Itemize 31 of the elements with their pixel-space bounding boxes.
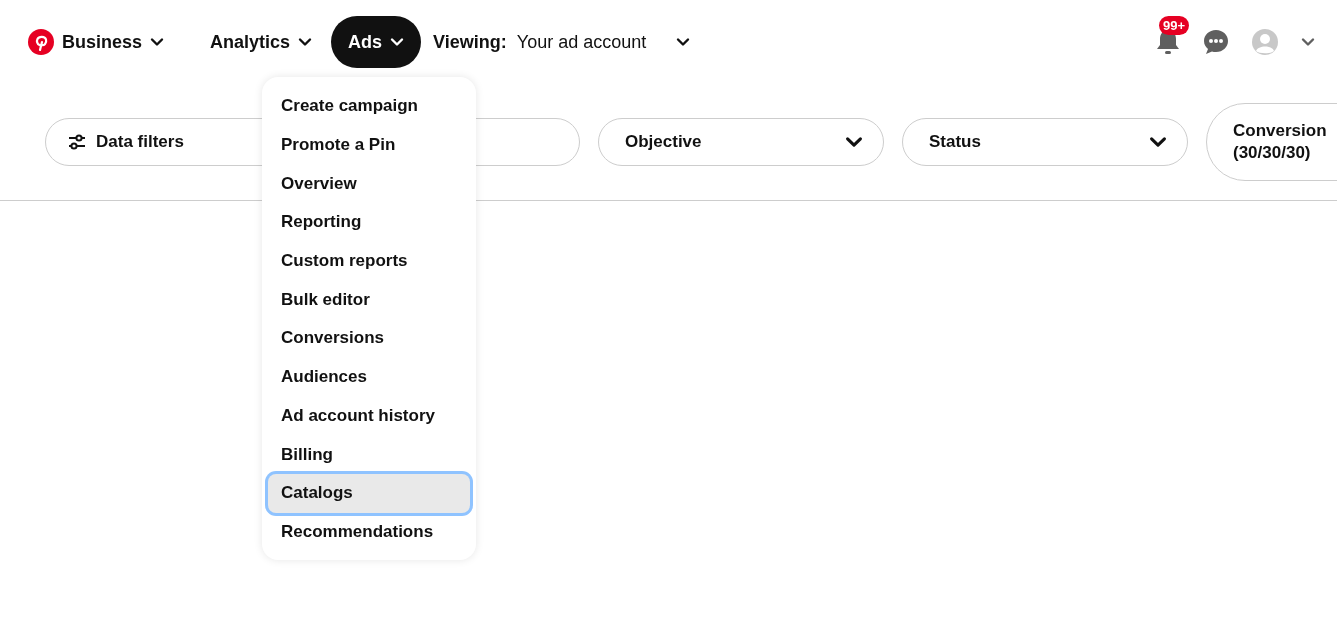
menu-item[interactable]: Ad account history [268, 396, 470, 436]
menu-item[interactable]: Bulk editor [268, 280, 470, 320]
menu-item[interactable]: Conversions [268, 319, 470, 358]
avatar-icon [1251, 28, 1279, 56]
menu-item[interactable]: Custom reports [268, 241, 470, 281]
menu-item[interactable]: Promote a Pin [268, 125, 470, 165]
sliders-icon [68, 134, 86, 150]
menu-item[interactable]: Billing [268, 435, 470, 474]
nav-tab[interactable]: Business [28, 16, 182, 68]
account-menu-button[interactable] [1301, 35, 1315, 49]
notifications-button[interactable]: 99+ [1155, 16, 1195, 56]
notification-badge: 99+ [1159, 16, 1190, 35]
menu-item[interactable]: Catalogs [268, 473, 470, 513]
menu-item[interactable]: Overview [268, 164, 470, 204]
pin-logo-icon [28, 29, 54, 55]
account-selector[interactable]: Viewing: Your ad account [423, 31, 691, 53]
filter-dropdown[interactable]: Status [902, 118, 1188, 166]
menu-item[interactable]: Recommendations [268, 512, 470, 552]
menu-item[interactable]: Audiences [268, 357, 470, 397]
nav-tab[interactable]: Ads [331, 16, 422, 68]
filter-dropdown[interactable]: Objective [598, 118, 884, 166]
chevron-down-icon [1301, 35, 1315, 49]
chat-bubble-icon [1203, 29, 1229, 55]
chevron-down-icon [676, 35, 691, 49]
menu-item[interactable]: Reporting [268, 203, 470, 242]
chevron-down-icon [150, 35, 165, 49]
nav-tab[interactable]: Analytics [193, 16, 330, 68]
chevron-down-icon [298, 35, 313, 49]
chevron-down-icon [390, 35, 405, 49]
messages-button[interactable] [1203, 29, 1229, 55]
conversion-dropdown[interactable]: Conversion (30/30/30) [1206, 103, 1337, 181]
